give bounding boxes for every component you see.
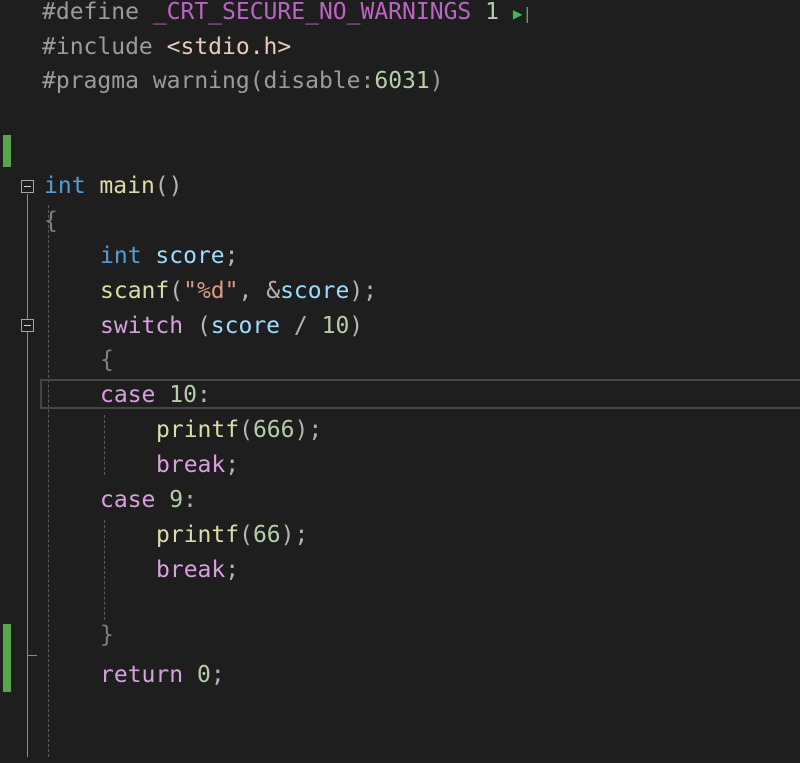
- colon: :: [196, 382, 211, 408]
- code-line[interactable]: switch (score / 10): [0, 309, 363, 344]
- code-line[interactable]: case 10:: [0, 378, 211, 413]
- break-keyword: break: [156, 452, 226, 478]
- close-paren: ): [349, 313, 364, 339]
- close-brace: }: [100, 622, 114, 648]
- code-line[interactable]: break;: [0, 448, 239, 483]
- warning-number: 6031: [374, 68, 430, 94]
- code-line[interactable]: {: [0, 343, 114, 378]
- variable-score: score: [210, 313, 281, 339]
- code-editor[interactable]: #define _CRT_SECURE_NO_WARNINGS 1 ▶| #in…: [0, 0, 800, 757]
- return-keyword: return: [100, 662, 184, 688]
- code-line[interactable]: scanf("%d", &score);: [0, 274, 377, 309]
- number-literal: 9: [169, 487, 184, 513]
- preprocessor-directive: #define: [42, 0, 153, 25]
- code-line[interactable]: break;: [0, 553, 239, 588]
- number-literal: 666: [252, 417, 295, 443]
- code-line[interactable]: case 9:: [0, 483, 197, 518]
- code-line[interactable]: int main(): [0, 169, 183, 204]
- number-literal: 66: [252, 522, 281, 548]
- include-header: <stdio.h>: [166, 34, 292, 60]
- code-line[interactable]: printf(666);: [0, 413, 322, 448]
- function-name: main: [99, 173, 155, 199]
- indent-guide: [104, 415, 105, 475]
- type-keyword: int: [100, 243, 142, 269]
- switch-keyword: switch: [100, 313, 184, 339]
- ampersand: &: [266, 278, 281, 304]
- indent-guide: [104, 520, 105, 620]
- number-literal: 10: [321, 313, 350, 339]
- code-line[interactable]: {: [0, 204, 58, 239]
- parens: (): [154, 173, 183, 199]
- run-to-cursor-icon[interactable]: ▶|: [513, 4, 532, 23]
- case-keyword: case: [100, 382, 156, 408]
- close-paren: );: [349, 278, 378, 304]
- function-printf: printf: [156, 417, 240, 443]
- code-line[interactable]: int score;: [0, 239, 239, 274]
- preprocessor-directive: #include: [42, 34, 167, 60]
- format-string: "%d": [183, 278, 239, 304]
- semicolon: ;: [225, 452, 240, 478]
- case-keyword: case: [100, 487, 156, 513]
- paren: (: [239, 522, 253, 548]
- code-line[interactable]: return 0;: [0, 658, 225, 693]
- number-literal: 0: [196, 662, 211, 688]
- pragma-directive: #pragma warning(disable:: [42, 68, 375, 94]
- function-printf: printf: [156, 522, 240, 548]
- pragma-close: ): [429, 68, 444, 94]
- code-line[interactable]: #pragma warning(disable:6031): [0, 64, 444, 99]
- paren: (: [183, 313, 211, 339]
- colon: :: [183, 487, 197, 513]
- number-literal: 10: [169, 382, 197, 408]
- paren: (: [239, 417, 253, 443]
- paren: (: [169, 278, 184, 304]
- function-scanf: scanf: [100, 278, 170, 304]
- macro-value: 1: [485, 0, 499, 25]
- comma: ,: [238, 278, 267, 304]
- close-paren: );: [280, 522, 309, 548]
- variable-score: score: [155, 243, 225, 269]
- code-line[interactable]: #define _CRT_SECURE_NO_WARNINGS 1 ▶|: [0, 0, 532, 30]
- macro-name: _CRT_SECURE_NO_WARNINGS: [152, 0, 472, 25]
- close-paren: );: [294, 417, 323, 443]
- semicolon: ;: [225, 557, 240, 583]
- code-line[interactable]: printf(66);: [0, 518, 308, 553]
- open-brace: {: [100, 347, 114, 373]
- type-keyword: int: [44, 173, 86, 199]
- code-line[interactable]: #include <stdio.h>: [0, 30, 291, 65]
- variable-score: score: [280, 278, 350, 304]
- code-line[interactable]: }: [0, 618, 114, 653]
- operator: /: [280, 313, 322, 339]
- open-brace: {: [44, 208, 58, 234]
- break-keyword: break: [156, 557, 226, 583]
- semicolon: ;: [224, 243, 239, 269]
- semicolon: ;: [210, 662, 225, 688]
